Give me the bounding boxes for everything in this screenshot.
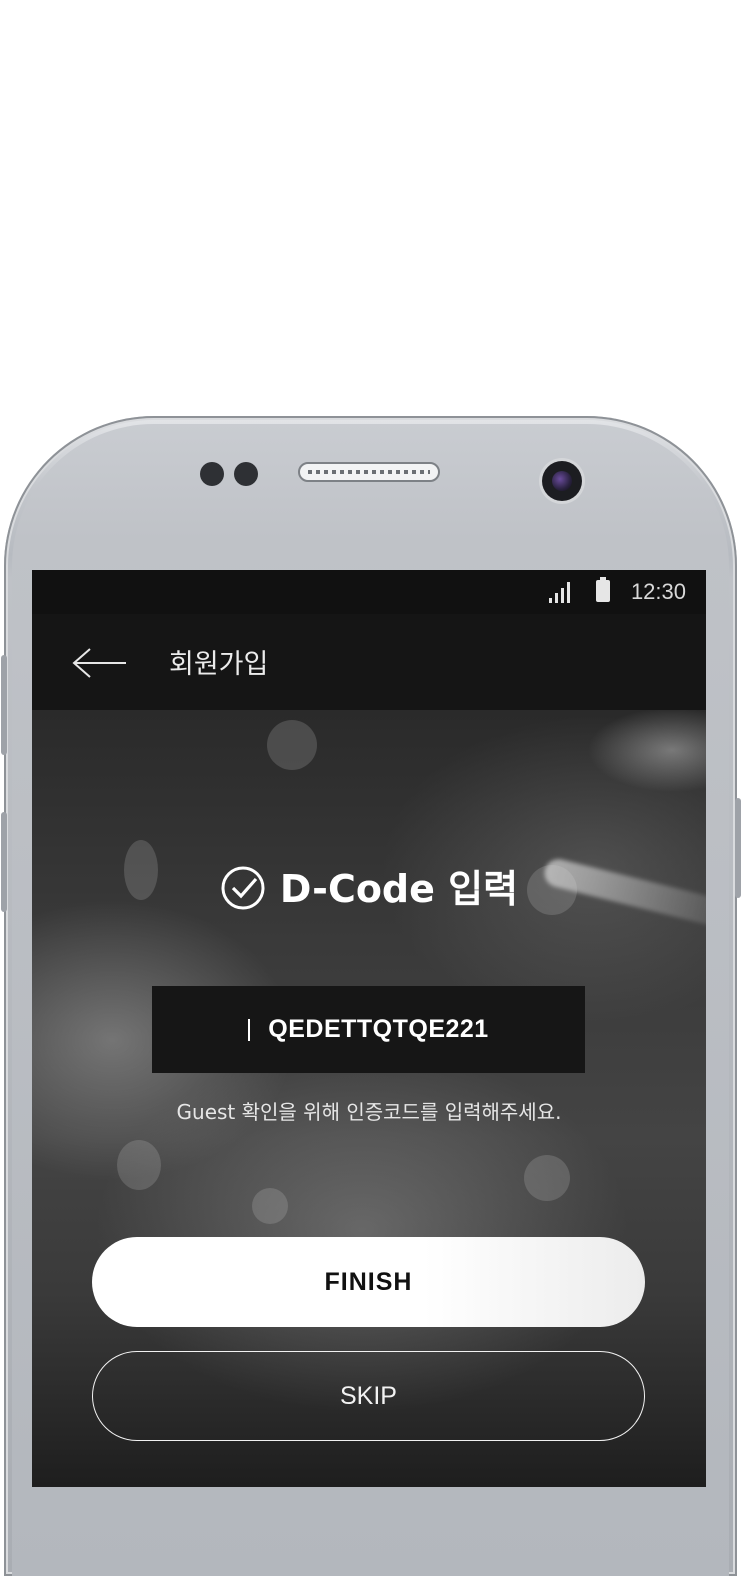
helper-text: Guest 확인을 위해 인증코드를 입력해주세요. [176, 1100, 562, 1124]
side-button-left [1, 655, 7, 755]
dcode-input[interactable]: QEDETTQTQE221 [152, 986, 585, 1073]
dcode-value: QEDETTQTQE221 [268, 1015, 489, 1043]
side-button-right [735, 798, 741, 898]
proximity-sensor-icon [200, 462, 224, 486]
text-cursor [248, 1018, 251, 1041]
status-bar: 12:30 [32, 570, 706, 614]
front-camera-icon [542, 461, 582, 501]
status-time: 12:30 [630, 579, 686, 604]
earpiece-speaker [298, 462, 440, 482]
signal-icon [549, 582, 570, 603]
page-title: 회원가입 [169, 649, 269, 680]
app-bar: 회원가입 [32, 614, 706, 710]
check-circle-icon [221, 866, 265, 910]
section-heading: D-Code 입력 [32, 858, 706, 913]
finish-button[interactable]: FINISH [92, 1237, 645, 1327]
skip-button[interactable]: SKIP [92, 1351, 645, 1441]
heading-text: D-Code 입력 [279, 867, 519, 911]
app-screen: 12:30 회원가입 D-Code 입력 QEDETTQTQE221 Guest… [32, 570, 706, 1487]
battery-icon [596, 577, 610, 602]
side-button-left-2 [1, 812, 7, 912]
arrow-left-icon[interactable] [72, 646, 128, 680]
light-sensor-icon [234, 462, 258, 486]
